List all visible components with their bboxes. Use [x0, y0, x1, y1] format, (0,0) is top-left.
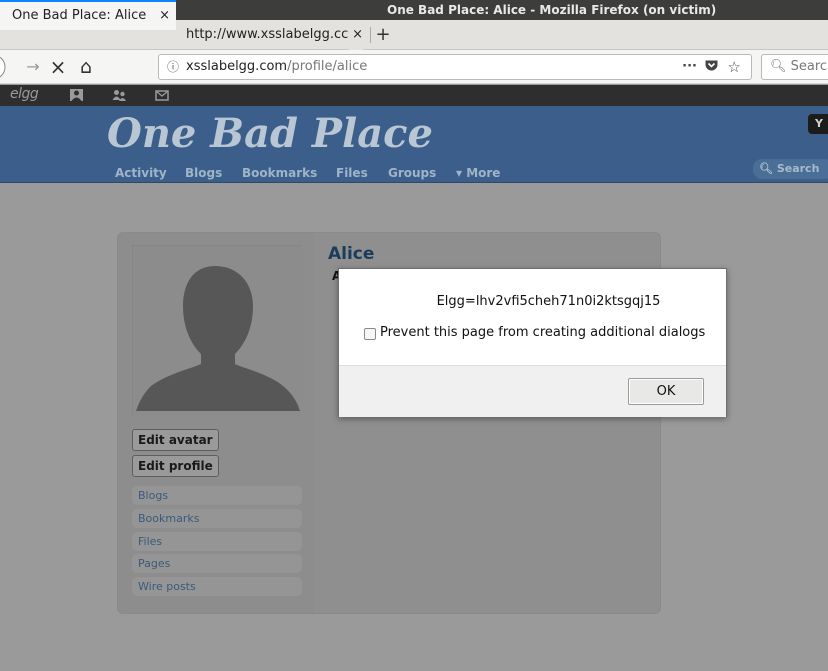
search-icon: 🔍︎ — [759, 162, 773, 175]
bookmark-star-icon[interactable]: ☆ — [728, 55, 741, 79]
tab-label: One Bad Place: Alice — [12, 8, 147, 23]
owner-menu-wire-posts[interactable]: Wire posts — [132, 577, 302, 596]
menu-blogs[interactable]: Blogs — [185, 166, 222, 180]
pocket-shape — [705, 60, 718, 71]
search-placeholder: Search — [790, 59, 828, 74]
tab-inactive[interactable]: http://www.xsslabelgg.cc × — [177, 20, 369, 50]
profile-icon[interactable] — [69, 88, 83, 102]
search-bar[interactable]: 🔍︎ Search — [761, 54, 828, 80]
menu-more[interactable]: ▾ More — [456, 166, 500, 180]
dialog-footer: OK — [339, 365, 726, 417]
url-path: /profile/alice — [287, 59, 368, 74]
messages-icon[interactable] — [155, 88, 169, 102]
site-name[interactable]: One Bad Place — [107, 110, 433, 157]
tab-close-icon[interactable]: × — [159, 2, 170, 29]
menu-activity[interactable]: Activity — [115, 166, 167, 180]
prevent-dialogs-label[interactable]: Prevent this page from creating addition… — [380, 325, 705, 340]
owner-menu-bookmarks[interactable]: Bookmarks — [132, 509, 302, 528]
url-host: xsslabelgg.com — [186, 59, 288, 74]
profile-avatar — [132, 245, 303, 416]
tab-active[interactable]: One Bad Place: Alice × — [0, 0, 176, 30]
nav-bar: → × ⌂ ⓘ xsslabelgg.com/profile/alice ···… — [0, 50, 828, 84]
profile-name[interactable]: Alice — [328, 244, 374, 264]
avatar-silhouette-icon — [133, 246, 303, 416]
new-tab-button[interactable]: + — [372, 20, 394, 50]
ok-button[interactable]: OK — [628, 378, 704, 405]
owner-menu-blogs[interactable]: Blogs — [132, 486, 302, 505]
dialog-message: Elgg=lhv2vfi5cheh71n0i2ktsgqj15 — [436, 294, 661, 309]
pocket-icon[interactable] — [704, 55, 719, 79]
page-actions-icon[interactable]: ··· — [682, 55, 697, 79]
tab-label: http://www.xsslabelgg.cc — [186, 27, 349, 42]
site-header: One Bad Place Activity Blogs Bookmarks F… — [0, 106, 828, 183]
header-search-label: Search — [776, 162, 820, 175]
menu-files[interactable]: Files — [336, 166, 368, 180]
elgg-logo[interactable]: elgg — [10, 86, 39, 102]
forward-icon[interactable]: → — [22, 50, 44, 84]
back-button[interactable] — [0, 50, 16, 84]
back-arrow-icon — [0, 56, 6, 78]
search-icon: 🔍︎ — [770, 59, 787, 74]
header-search-input[interactable]: 🔍︎ Search — [753, 159, 828, 179]
tab-close-icon[interactable]: × — [349, 20, 363, 50]
owner-menu-pages[interactable]: Pages — [132, 554, 302, 573]
edit-avatar-button[interactable]: Edit avatar — [132, 429, 219, 451]
owner-menu-files[interactable]: Files — [132, 532, 302, 551]
elgg-topbar: elgg — [0, 85, 828, 106]
home-icon[interactable]: ⌂ — [75, 50, 97, 84]
menu-groups[interactable]: Groups — [388, 166, 436, 180]
alert-dialog: Elgg=lhv2vfi5cheh71n0i2ktsgqj15 Prevent … — [338, 268, 727, 417]
tab-separator — [370, 27, 371, 43]
edit-profile-button[interactable]: Edit profile — [132, 455, 219, 477]
url-text: xsslabelgg.com/profile/alice — [186, 55, 367, 79]
user-badge[interactable]: Y — [808, 114, 828, 134]
stop-icon[interactable]: × — [47, 50, 69, 84]
friends-icon[interactable] — [112, 88, 126, 102]
info-icon[interactable]: ⓘ — [167, 55, 179, 79]
prevent-dialogs-checkbox[interactable] — [364, 328, 376, 340]
url-bar[interactable]: ⓘ xsslabelgg.com/profile/alice ··· ☆ — [158, 54, 752, 80]
window-title: One Bad Place: Alice - Mozilla Firefox (… — [387, 3, 717, 17]
menu-bookmarks[interactable]: Bookmarks — [242, 166, 317, 180]
